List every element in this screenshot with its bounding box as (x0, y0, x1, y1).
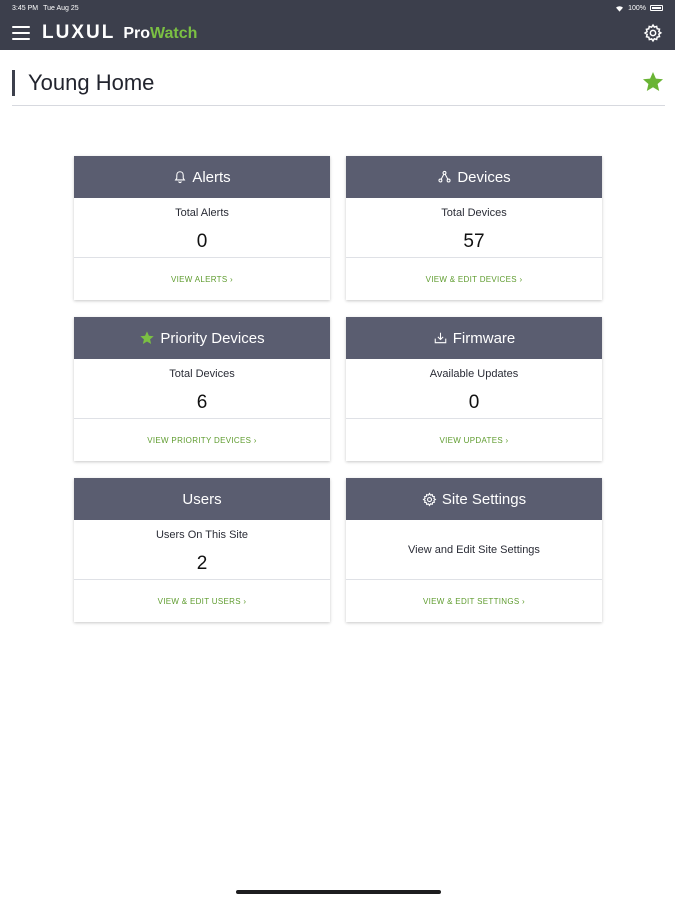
alerts-card-header: Alerts (74, 156, 330, 198)
logo-watch: Watch (150, 25, 198, 42)
logo-pro: Pro (123, 25, 150, 42)
view-priority-devices-label: VIEW PRIORITY DEVICES (147, 435, 252, 445)
status-time: 3:45 PM (12, 4, 39, 12)
gear-icon (422, 492, 437, 506)
firmware-label: Available Updates (429, 368, 519, 380)
firmware-card-header: Firmware (346, 317, 602, 359)
status-date: Tue Aug 25 (43, 4, 79, 12)
top-navbar: LUXUL Pro Watch (0, 16, 675, 50)
home-indicator[interactable] (236, 890, 441, 894)
view-edit-settings-label: VIEW & EDIT SETTINGS (422, 596, 520, 606)
priority-devices-card-title: Priority Devices (160, 329, 265, 347)
alerts-card-body: Total Alerts 0 (74, 198, 330, 258)
title-accent-bar (12, 70, 15, 96)
alerts-label: Total Alerts (175, 207, 229, 219)
page-title: Young Home (28, 70, 155, 95)
users-card: Users Users On This Site 2 VIEW & EDIT U… (74, 478, 330, 622)
priority-devices-label: Total Devices (169, 368, 235, 380)
download-icon (434, 332, 447, 344)
settings-gear-icon[interactable] (643, 23, 663, 43)
page-header: Young Home (12, 66, 665, 106)
view-edit-settings-link[interactable]: VIEW & EDIT SETTINGS › (346, 580, 602, 622)
wifi-icon (616, 5, 624, 12)
devices-card: Devices Total Devices 57 VIEW & EDIT DEV… (346, 156, 602, 300)
site-settings-card-header: Site Settings (346, 478, 602, 520)
devices-count: 57 (463, 231, 485, 252)
users-card-body: Users On This Site 2 (74, 520, 330, 580)
status-right: 100% (615, 5, 663, 12)
firmware-card: Firmware Available Updates 0 VIEW UPDATE… (346, 317, 602, 461)
view-edit-users-link[interactable]: VIEW & EDIT USERS › (74, 580, 330, 622)
view-alerts-link[interactable]: VIEW ALERTS › (74, 258, 330, 300)
devices-card-body: Total Devices 57 (346, 198, 602, 258)
priority-devices-card-body: Total Devices 6 (74, 359, 330, 419)
bell-icon (174, 171, 186, 184)
app-logo: LUXUL Pro Watch (42, 22, 197, 44)
priority-devices-count: 6 (196, 392, 208, 413)
site-settings-label: View and Edit Site Settings (408, 543, 540, 556)
view-edit-devices-label: VIEW & EDIT DEVICES (425, 274, 517, 284)
devices-icon (438, 170, 451, 183)
view-alerts-label: VIEW ALERTS (170, 274, 228, 284)
site-settings-card-title: Site Settings (441, 490, 527, 508)
star-icon (140, 331, 155, 344)
battery-icon (650, 5, 663, 11)
priority-devices-card-header: Priority Devices (74, 317, 330, 359)
firmware-updates-count: 0 (468, 392, 480, 413)
alerts-count: 0 (196, 231, 208, 252)
users-count: 2 (196, 553, 208, 574)
priority-devices-card: Priority Devices Total Devices 6 VIEW PR… (74, 317, 330, 461)
users-card-header: Users (74, 478, 330, 520)
users-label: Users On This Site (155, 529, 249, 541)
view-updates-link[interactable]: VIEW UPDATES › (346, 419, 602, 461)
favorite-star-icon[interactable] (641, 70, 665, 94)
devices-card-title: Devices (457, 168, 511, 186)
status-bar: 3:45 PM Tue Aug 25 100% (0, 0, 675, 16)
site-settings-card-body: View and Edit Site Settings (346, 520, 602, 580)
firmware-card-body: Available Updates 0 (346, 359, 602, 419)
hamburger-menu-icon[interactable] (12, 26, 30, 40)
devices-label: Total Devices (441, 207, 507, 219)
view-updates-label: VIEW UPDATES (439, 435, 503, 445)
battery-percent: 100% (628, 4, 646, 12)
users-card-title: Users (182, 490, 222, 508)
alerts-card: Alerts Total Alerts 0 VIEW ALERTS › (74, 156, 330, 300)
view-edit-users-label: VIEW & EDIT USERS (157, 596, 241, 606)
logo-brand: LUXUL (42, 22, 116, 43)
view-priority-devices-link[interactable]: VIEW PRIORITY DEVICES › (74, 419, 330, 461)
view-edit-devices-link[interactable]: VIEW & EDIT DEVICES › (346, 258, 602, 300)
devices-card-header: Devices (346, 156, 602, 198)
alerts-card-title: Alerts (192, 168, 231, 186)
site-settings-card: Site Settings View and Edit Site Setting… (346, 478, 602, 622)
firmware-card-title: Firmware (452, 329, 516, 347)
